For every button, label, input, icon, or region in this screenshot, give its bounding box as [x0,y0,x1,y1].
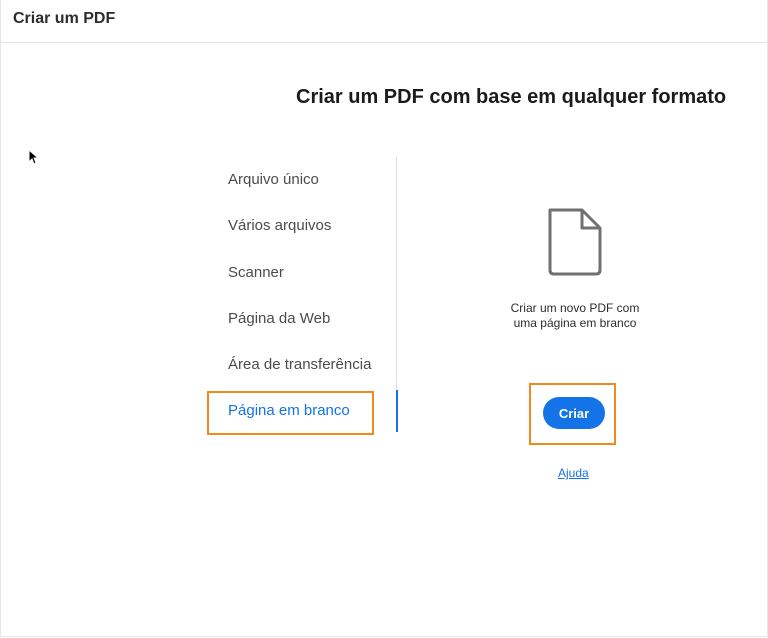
selected-option-indicator [396,390,398,432]
blank-page-highlight-box [207,391,374,435]
option-web-page[interactable]: Página da Web [228,310,330,327]
option-scanner[interactable]: Scanner [228,264,284,281]
option-single-file[interactable]: Arquivo único [228,171,319,188]
title-bar: Criar um PDF [1,0,767,43]
option-description: Criar um novo PDF com uma página em bran… [489,301,661,331]
window-title: Criar um PDF [13,10,116,27]
option-multiple-files[interactable]: Vários arquivos [228,217,331,234]
create-button[interactable]: Criar [543,397,605,429]
create-pdf-window: Criar um PDF Criar um PDF com base em qu… [0,0,768,637]
mouse-cursor-icon [28,149,38,165]
help-link[interactable]: Ajuda [558,466,589,480]
page-title: Criar um PDF com base em qualquer format… [296,86,727,108]
option-clipboard[interactable]: Área de transferência [228,356,371,373]
description-line-1: Criar um novo PDF com [510,301,640,315]
blank-document-icon [548,208,602,276]
description-line-2: uma página em branco [513,316,637,330]
